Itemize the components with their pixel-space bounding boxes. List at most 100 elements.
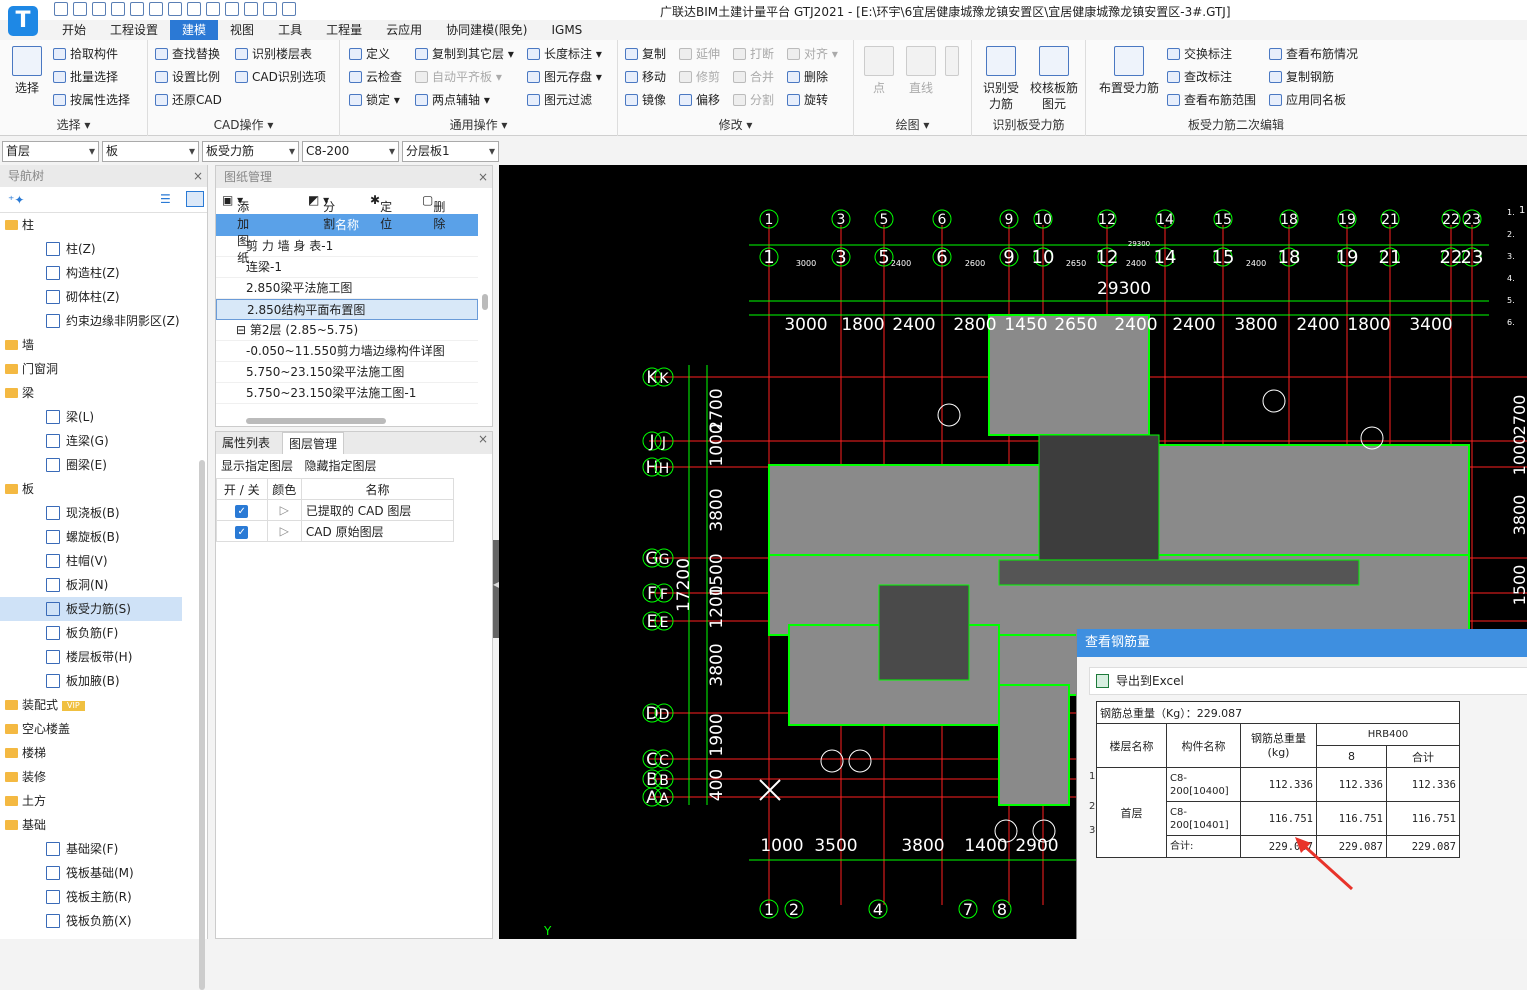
layer-toggle-checkbox[interactable]: ✓ (235, 504, 249, 518)
define-button[interactable]: 定义 (348, 44, 390, 64)
group-label-draw[interactable]: 绘图 ▾ (854, 116, 971, 133)
nav-item[interactable]: 现浇板(B) (0, 501, 182, 525)
drawing-row[interactable]: 5.750~23.150梁平法施工图-1 (216, 383, 478, 404)
set-scale-button[interactable]: 设置比例 (154, 67, 220, 87)
nav-item[interactable]: 连梁(G) (0, 429, 182, 453)
add-drawing-button[interactable]: ▣ 添加图纸 ▾ (222, 193, 249, 265)
category-select[interactable]: 板 (102, 141, 199, 162)
show-layer-button[interactable]: 显示指定图层 (221, 459, 293, 473)
nav-group[interactable]: 柱 (0, 213, 182, 237)
drawing-hscrollbar[interactable] (246, 418, 386, 424)
swap-label-button[interactable]: 交换标注 (1166, 44, 1232, 64)
move-button[interactable]: 移动 (624, 67, 666, 87)
tab-3[interactable]: 视图 (218, 20, 266, 40)
tab-5[interactable]: 工程量 (314, 20, 374, 40)
nav-item[interactable]: 板负筋(F) (0, 621, 182, 645)
nav-item[interactable]: 螺旋板(B) (0, 525, 182, 549)
nav-item[interactable]: 筏板基础(M) (0, 861, 182, 885)
group-label-cad[interactable]: CAD操作 ▾ (148, 116, 339, 133)
expand-icon[interactable]: ▷ (266, 520, 302, 542)
nav-item[interactable]: 圈梁(E) (0, 453, 182, 477)
element-save-button[interactable]: 图元存盘 ▾ (526, 67, 602, 87)
nav-item[interactable]: 构造柱(Z) (0, 261, 182, 285)
layer-slab-select[interactable]: 分层板1 (402, 141, 499, 162)
nav-item[interactable]: 板受力筋(S) (0, 597, 182, 621)
select-by-property-button[interactable]: 按属性选择 (52, 90, 130, 110)
tab-2[interactable]: 建模 (170, 20, 219, 40)
nav-group[interactable]: 装修 (0, 765, 182, 789)
extend-button[interactable]: 延伸 (678, 44, 720, 64)
quick-access-toolbar[interactable] (54, 2, 296, 18)
nav-group[interactable]: 基础 (0, 813, 182, 837)
nav-item[interactable]: 楼层板带(H) (0, 645, 182, 669)
cloud-check-button[interactable]: 云检查 (348, 67, 402, 87)
grid-view-icon[interactable] (186, 191, 204, 207)
arc-button[interactable] (944, 46, 960, 80)
find-replace-button[interactable]: 查找替换 (154, 44, 220, 64)
point-button[interactable]: 点 (864, 46, 894, 96)
nav-item[interactable]: 梁(L) (0, 405, 182, 429)
two-point-axis-button[interactable]: 两点辅轴 ▾ (414, 90, 490, 110)
delete-drawing-button[interactable]: ▢ 删除 (422, 193, 445, 231)
drawing-row[interactable]: 2.850结构平面布置图 (216, 299, 478, 320)
mirror-button[interactable]: 镜像 (624, 90, 666, 110)
drawing-row[interactable]: ⊟ 第2层 (2.85~5.75) (216, 320, 478, 341)
tab-layer-manager[interactable]: 图层管理 (282, 432, 345, 454)
drawing-scrollbar[interactable] (482, 294, 488, 310)
tab-0[interactable]: 开始 (50, 20, 98, 40)
expand-icon[interactable]: ▷ (266, 499, 302, 521)
copy-rebar-button[interactable]: 复制钢筋 (1268, 67, 1334, 87)
nav-group[interactable]: 土方 (0, 789, 182, 813)
pick-component-button[interactable]: 拾取构件 (52, 44, 118, 64)
nav-item[interactable]: 柱(Z) (0, 237, 182, 261)
close-icon[interactable]: × (193, 165, 203, 187)
nav-item[interactable]: 砌体柱(Z) (0, 285, 182, 309)
export-excel-button[interactable]: 导出到Excel (1089, 667, 1527, 695)
nav-item[interactable]: 约束边缘非阴影区(Z) (0, 309, 182, 333)
align-button[interactable]: 对齐 ▾ (786, 44, 838, 64)
tab-1[interactable]: 工程设置 (98, 20, 170, 40)
identify-floor-table-button[interactable]: 识别楼层表 (234, 44, 312, 64)
close-icon[interactable]: × (478, 166, 488, 188)
batch-select-button[interactable]: 批量选择 (52, 67, 118, 87)
restore-cad-button[interactable]: 还原CAD (154, 90, 222, 110)
nav-group[interactable]: 梁 (0, 381, 182, 405)
tab-4[interactable]: 工具 (266, 20, 314, 40)
add-icon[interactable]: ⁺✦ (8, 193, 24, 207)
locate-button[interactable]: ✱ 定位 (370, 193, 392, 231)
view-rebar-status-button[interactable]: 查看布筋情况 (1268, 44, 1358, 64)
view-range-button[interactable]: 查看布筋范围 (1166, 90, 1256, 110)
split-button[interactable]: ◩ 分割 ▾ (308, 193, 335, 231)
delete-button[interactable]: 删除 (786, 67, 828, 87)
group-label-select[interactable]: 选择 ▾ (0, 116, 147, 133)
list-view-icon[interactable]: ☰ (160, 192, 171, 206)
identify-rebar-button[interactable]: 识别受力筋 (978, 46, 1024, 112)
offset-button[interactable]: 偏移 (678, 90, 720, 110)
merge-button[interactable]: 合并 (732, 67, 774, 87)
break-button[interactable]: 打断 (732, 44, 774, 64)
nav-item[interactable]: 筏板主筋(R) (0, 885, 182, 909)
drawing-row[interactable]: 2.850梁平法施工图 (216, 278, 478, 299)
trim-button[interactable]: 修剪 (678, 67, 720, 87)
split-button[interactable]: 分割 (732, 90, 774, 110)
line-button[interactable]: 直线 (904, 46, 938, 96)
tab-7[interactable]: 协同建模(限免) (434, 20, 539, 40)
drawing-row[interactable]: 5.750~23.150梁平法施工图 (216, 362, 478, 383)
element-filter-button[interactable]: 图元过滤 (526, 90, 592, 110)
tab-8[interactable]: IGMS (539, 20, 594, 40)
drawing-row[interactable]: 连梁-1 (216, 257, 478, 278)
nav-item[interactable]: 柱帽(V) (0, 549, 182, 573)
collapse-icon[interactable]: ⊟ (236, 323, 250, 337)
drawing-row[interactable]: -0.050~11.550剪力墙边缘构件详图 (216, 341, 478, 362)
check-rebar-button[interactable]: 校核板筋图元 (1026, 46, 1082, 112)
cad-options-button[interactable]: CAD识别选项 (234, 67, 326, 87)
rotate-button[interactable]: 旋转 (786, 90, 828, 110)
nav-group[interactable]: 装配式 VIP (0, 693, 182, 717)
select-button[interactable]: 选择 (10, 46, 44, 96)
nav-scrollbar[interactable] (199, 460, 205, 990)
drawing-row[interactable]: 剪 力 墙 身 表-1 (216, 236, 478, 257)
tab-6[interactable]: 云应用 (374, 20, 434, 40)
place-rebar-button[interactable]: 布置受力筋 (1094, 46, 1164, 96)
component-select[interactable]: C8-200 (302, 141, 399, 162)
nav-item[interactable]: 基础梁(F) (0, 837, 182, 861)
